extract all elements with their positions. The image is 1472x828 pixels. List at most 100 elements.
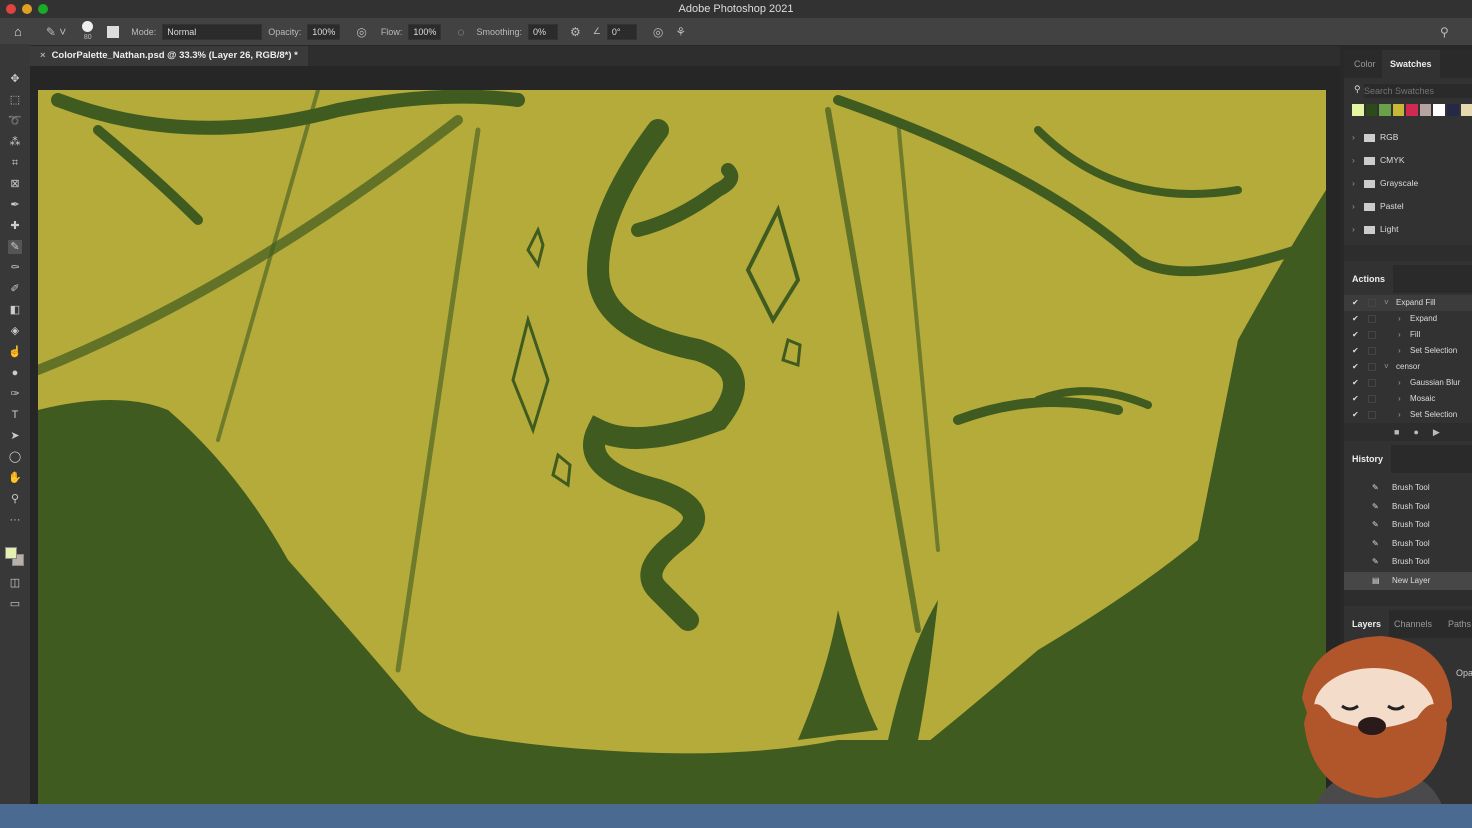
marquee-tool-icon[interactable]: ⬚ bbox=[8, 93, 22, 107]
brush-size-picker[interactable]: 80 bbox=[82, 21, 94, 42]
hand-tool-icon[interactable]: ✋ bbox=[8, 471, 22, 485]
brush-tool-preset-icon[interactable]: ✎ ˅ bbox=[46, 25, 66, 39]
dialog-toggle[interactable] bbox=[1368, 315, 1376, 323]
more-tools-icon[interactable]: ··· bbox=[8, 513, 22, 527]
check-icon[interactable]: ✔ bbox=[1352, 295, 1359, 311]
chevron-right-icon[interactable]: › bbox=[1352, 218, 1355, 241]
color-swatch[interactable] bbox=[1392, 104, 1405, 116]
color-swatch[interactable] bbox=[1365, 104, 1378, 116]
color-swatch[interactable] bbox=[1379, 104, 1391, 116]
history-item[interactable]: ✎ Brush Tool bbox=[1344, 498, 1472, 517]
check-icon[interactable]: ✔ bbox=[1352, 343, 1359, 359]
chevron-right-icon[interactable]: › bbox=[1352, 149, 1355, 172]
swatch-group[interactable]: › Pastel bbox=[1344, 195, 1472, 218]
dialog-toggle[interactable] bbox=[1368, 331, 1376, 339]
color-swatch[interactable] bbox=[1352, 104, 1364, 116]
action-item[interactable]: ✔ › Fill bbox=[1344, 327, 1472, 343]
swatch-group[interactable]: › RGB bbox=[1344, 126, 1472, 149]
chevron-right-icon[interactable]: › bbox=[1398, 391, 1401, 407]
play-icon[interactable]: ▶ bbox=[1433, 427, 1454, 437]
smudge-icon[interactable]: ☝ bbox=[8, 345, 22, 359]
dialog-toggle[interactable] bbox=[1368, 299, 1376, 307]
swatch-group[interactable]: › Grayscale bbox=[1344, 172, 1472, 195]
stop-icon[interactable]: ■ bbox=[1394, 427, 1413, 437]
record-icon[interactable]: ● bbox=[1413, 427, 1432, 437]
tab-actions[interactable]: Actions bbox=[1344, 265, 1394, 293]
history-item[interactable]: ✎ Brush Tool bbox=[1344, 535, 1472, 554]
home-icon[interactable]: ⌂ bbox=[14, 24, 22, 39]
chevron-right-icon[interactable]: › bbox=[1352, 172, 1355, 195]
chevron-right-icon[interactable]: › bbox=[1352, 126, 1355, 149]
tab-history[interactable]: History bbox=[1344, 445, 1392, 473]
dialog-toggle[interactable] bbox=[1368, 347, 1376, 355]
chevron-down-icon[interactable]: ˅ bbox=[1384, 359, 1389, 375]
check-icon[interactable]: ✔ bbox=[1352, 407, 1359, 423]
color-swatch[interactable] bbox=[1446, 104, 1459, 116]
mode-select[interactable]: Normal bbox=[162, 23, 263, 40]
action-item[interactable]: ✔ ˅ censor bbox=[1344, 359, 1472, 375]
dodge-icon[interactable]: ● bbox=[8, 366, 22, 380]
type-tool-icon[interactable]: T bbox=[8, 408, 22, 422]
chevron-right-icon[interactable]: › bbox=[1398, 343, 1401, 359]
minimize-window-button[interactable] bbox=[22, 4, 32, 14]
tab-swatches[interactable]: Swatches bbox=[1382, 50, 1440, 78]
foreground-color-swatch[interactable] bbox=[5, 547, 17, 559]
eyedropper-icon[interactable]: ✒ bbox=[8, 198, 22, 212]
history-item[interactable]: ▤ New Layer bbox=[1344, 571, 1472, 590]
check-icon[interactable]: ✔ bbox=[1352, 375, 1359, 391]
brush-settings-icon[interactable] bbox=[107, 25, 120, 38]
lasso-tool-icon[interactable]: ➰ bbox=[8, 114, 22, 128]
airbrush-icon[interactable]: ◌ bbox=[457, 25, 464, 39]
history-item[interactable]: ✎ Brush Tool bbox=[1344, 516, 1472, 535]
action-item[interactable]: ✔ › Set Selection bbox=[1344, 407, 1472, 423]
healing-brush-icon[interactable]: ✚ bbox=[8, 219, 22, 233]
stamp-tool-icon[interactable]: ⚰ bbox=[8, 261, 22, 275]
chevron-right-icon[interactable]: › bbox=[1398, 375, 1401, 391]
swatch-search-input[interactable] bbox=[1364, 84, 1472, 98]
dialog-toggle[interactable] bbox=[1368, 363, 1376, 371]
artwork-canvas[interactable] bbox=[38, 90, 1326, 804]
color-swatch[interactable] bbox=[1419, 104, 1432, 116]
dialog-toggle[interactable] bbox=[1368, 395, 1376, 403]
search-icon[interactable]: ⚲ bbox=[1440, 25, 1449, 39]
close-window-button[interactable] bbox=[6, 4, 16, 14]
chevron-right-icon[interactable]: › bbox=[1398, 327, 1401, 343]
paint-bucket-icon[interactable]: ◈ bbox=[8, 324, 22, 338]
chevron-right-icon[interactable]: › bbox=[1352, 195, 1355, 218]
path-selection-icon[interactable]: ➤ bbox=[8, 429, 22, 443]
ellipse-tool-icon[interactable]: ◯ bbox=[8, 450, 22, 464]
action-item[interactable]: ✔ › Mosaic bbox=[1344, 391, 1472, 407]
frame-tool-icon[interactable]: ⊠ bbox=[8, 177, 22, 191]
chevron-down-icon[interactable]: ˅ bbox=[1384, 295, 1389, 311]
maximize-window-button[interactable] bbox=[38, 4, 48, 14]
check-icon[interactable]: ✔ bbox=[1352, 311, 1359, 327]
color-swatch[interactable] bbox=[1433, 104, 1445, 116]
action-item[interactable]: ✔ › Set Selection bbox=[1344, 343, 1472, 359]
gear-icon[interactable]: ⚙ bbox=[570, 25, 581, 39]
dialog-toggle[interactable] bbox=[1368, 411, 1376, 419]
history-item[interactable]: ✎ Brush Tool bbox=[1344, 553, 1472, 572]
flow-input[interactable]: 100% bbox=[408, 23, 442, 40]
tab-color[interactable]: Color bbox=[1346, 50, 1384, 78]
document-tab[interactable]: × ColorPalette_Nathan.psd @ 33.3% (Layer … bbox=[30, 46, 308, 66]
chevron-right-icon[interactable]: › bbox=[1398, 407, 1401, 423]
magic-wand-icon[interactable]: ⁂ bbox=[8, 135, 22, 149]
pen-tool-icon[interactable]: ✑ bbox=[8, 387, 22, 401]
action-item[interactable]: ✔ ˅ Expand Fill bbox=[1344, 295, 1472, 311]
canvas-area[interactable] bbox=[30, 66, 1340, 804]
dialog-toggle[interactable] bbox=[1368, 379, 1376, 387]
color-swatch[interactable] bbox=[1406, 104, 1418, 116]
smoothing-input[interactable]: 0% bbox=[528, 23, 559, 40]
eraser-icon[interactable]: ◧ bbox=[8, 303, 22, 317]
check-icon[interactable]: ✔ bbox=[1352, 359, 1359, 375]
pressure-opacity-icon[interactable]: ◎ bbox=[356, 25, 366, 39]
history-brush-icon[interactable]: ✐ bbox=[8, 282, 22, 296]
chevron-right-icon[interactable]: › bbox=[1398, 311, 1401, 327]
action-item[interactable]: ✔ › Expand bbox=[1344, 311, 1472, 327]
pressure-size-icon[interactable]: ◎ bbox=[653, 25, 663, 39]
history-item[interactable]: ✎ Brush Tool bbox=[1344, 479, 1472, 498]
angle-input[interactable]: 0° bbox=[606, 23, 637, 40]
swatch-search[interactable]: ⚲ bbox=[1344, 84, 1472, 100]
check-icon[interactable]: ✔ bbox=[1352, 391, 1359, 407]
symmetry-icon[interactable]: ⚘ bbox=[675, 25, 686, 39]
